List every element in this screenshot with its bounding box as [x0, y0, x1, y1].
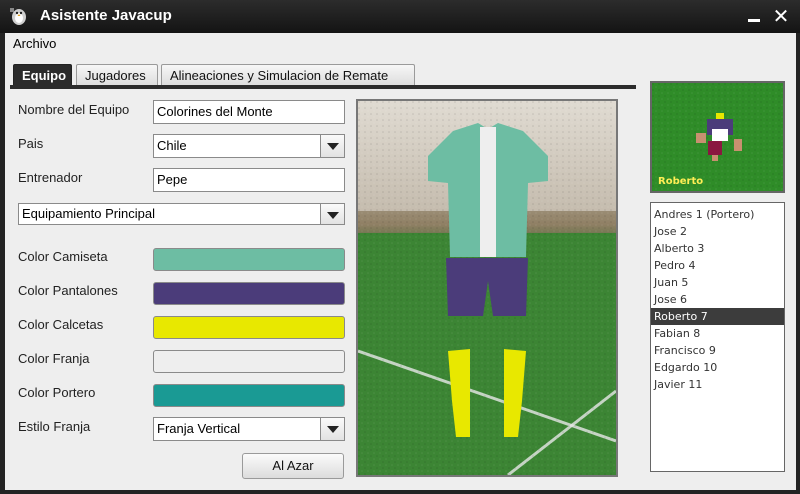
- shirt-color-swatch[interactable]: [153, 248, 345, 271]
- socks-color-swatch[interactable]: [153, 316, 345, 339]
- chevron-down-icon[interactable]: [320, 135, 344, 157]
- roster-item[interactable]: Fabian 8: [651, 325, 784, 342]
- roster-item[interactable]: Pedro 4: [651, 257, 784, 274]
- menu-bar: Archivo: [5, 33, 796, 55]
- goalkeeper-color-swatch[interactable]: [153, 384, 345, 407]
- title-bar[interactable]: Asistente Javacup ✕: [0, 0, 800, 33]
- roster-list[interactable]: Andres 1 (Portero) Jose 2 Alberto 3 Pedro 4…: [650, 202, 785, 472]
- kit-illustration: [358, 101, 616, 475]
- roster-item[interactable]: Jose 2: [651, 223, 784, 240]
- roster-item[interactable]: Francisco 9: [651, 342, 784, 359]
- main-content: Archivo Equipo Jugadores Alineaciones y …: [5, 33, 796, 490]
- team-name-label: Nombre del Equipo: [18, 102, 130, 117]
- country-value: Chile: [157, 138, 187, 153]
- equipment-value: Equipamiento Principal: [22, 206, 155, 221]
- random-button[interactable]: Al Azar: [242, 453, 344, 479]
- stripe-style-label: Estilo Franja: [18, 419, 91, 434]
- player-sprite: [652, 83, 783, 191]
- coach-label: Entrenador: [18, 170, 83, 185]
- chevron-down-icon[interactable]: [320, 204, 344, 224]
- roster-item[interactable]: Alberto 3: [651, 240, 784, 257]
- stripe-color-label: Color Franja: [18, 351, 90, 366]
- menu-archivo[interactable]: Archivo: [13, 36, 56, 51]
- stripe-style-value: Franja Vertical: [157, 421, 241, 436]
- window-title: Asistente Javacup: [40, 7, 172, 24]
- app-window: Asistente Javacup ✕ Archivo Equipo Jugad…: [0, 0, 800, 494]
- roster-item[interactable]: Juan 5: [651, 274, 784, 291]
- team-name-field[interactable]: Colorines del Monte: [153, 100, 345, 124]
- tab-underline: [10, 85, 636, 89]
- tab-equipo[interactable]: Equipo: [13, 64, 72, 86]
- tab-alineaciones[interactable]: Alineaciones y Simulacion de Remate: [161, 64, 415, 86]
- penguin-icon: [10, 8, 26, 25]
- stripe-color-swatch[interactable]: [153, 350, 345, 373]
- player-name-label: Roberto: [658, 176, 704, 187]
- country-select[interactable]: Chile: [153, 134, 345, 158]
- coach-field[interactable]: Pepe: [153, 168, 345, 192]
- goalkeeper-color-label: Color Portero: [18, 385, 96, 400]
- close-button[interactable]: ✕: [770, 6, 792, 28]
- roster-item[interactable]: Edgardo 10: [651, 359, 784, 376]
- roster-item[interactable]: Jose 6: [651, 291, 784, 308]
- roster-item[interactable]: Andres 1 (Portero): [651, 206, 784, 223]
- roster-item[interactable]: Roberto 7: [651, 308, 784, 325]
- pants-color-label: Color Pantalones: [18, 283, 118, 298]
- minimize-icon: [748, 19, 760, 22]
- kit-preview: [356, 99, 618, 477]
- chevron-down-icon[interactable]: [320, 418, 344, 440]
- pants-color-swatch[interactable]: [153, 282, 345, 305]
- tab-jugadores[interactable]: Jugadores: [76, 64, 158, 86]
- equipment-select[interactable]: Equipamiento Principal: [18, 203, 345, 225]
- roster-item[interactable]: Javier 11: [651, 376, 784, 393]
- minimize-button[interactable]: [743, 6, 765, 28]
- socks-color-label: Color Calcetas: [18, 317, 104, 332]
- player-preview: Roberto: [650, 81, 785, 193]
- stripe-style-select[interactable]: Franja Vertical: [153, 417, 345, 441]
- country-label: Pais: [18, 136, 44, 151]
- shirt-color-label: Color Camiseta: [18, 249, 108, 264]
